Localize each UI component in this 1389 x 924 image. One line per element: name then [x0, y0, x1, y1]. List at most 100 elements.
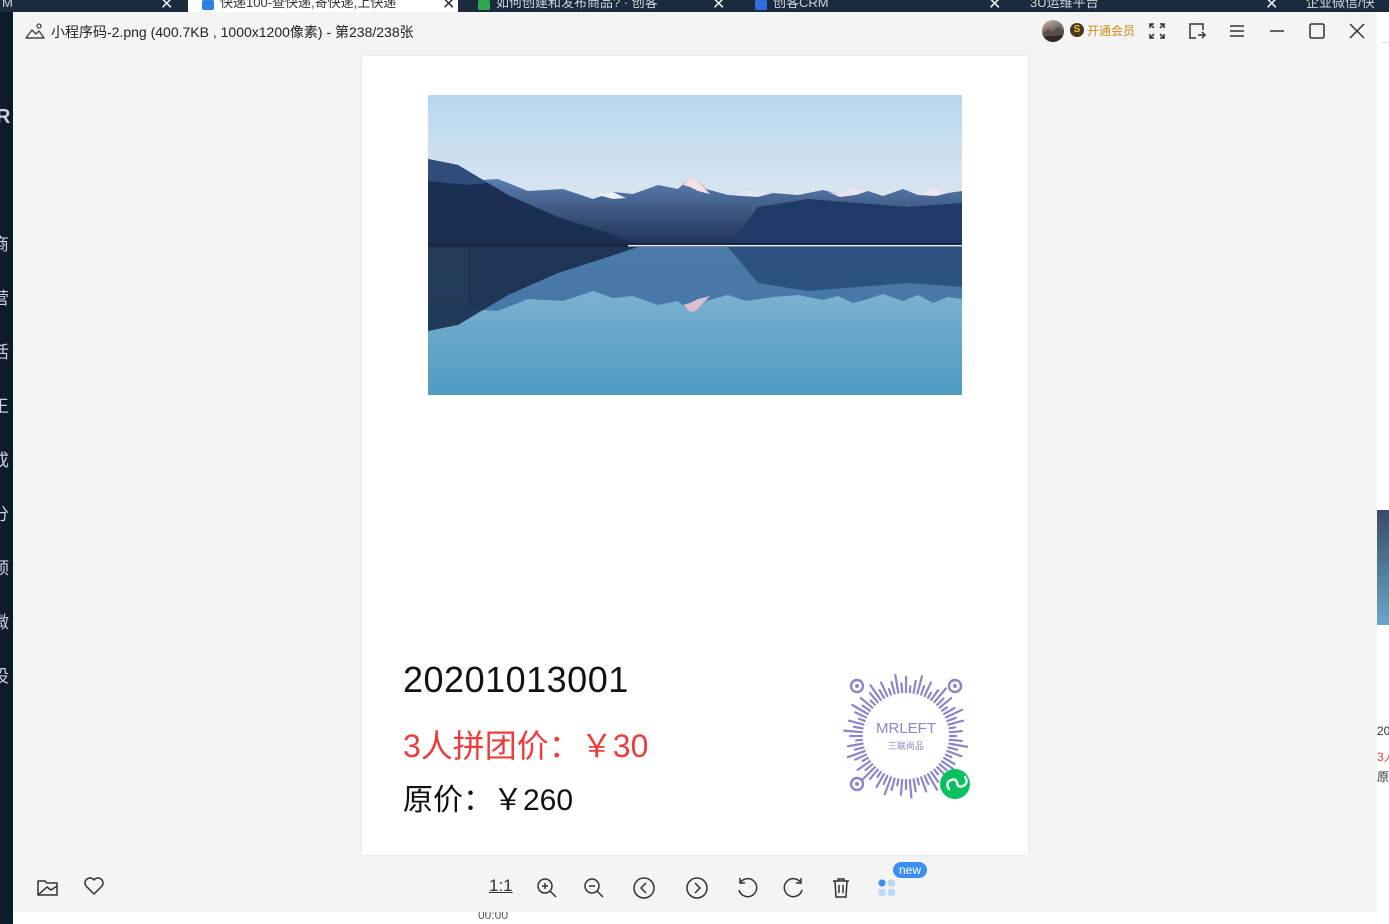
mini-program-code-pattern: MRLEFT 三联尚品 [843, 673, 970, 799]
apps-grid-icon[interactable] [875, 876, 901, 902]
bottom-toolbar: 1:1 [13, 864, 1377, 908]
vip-button[interactable]: S 开通会员 [1070, 20, 1135, 40]
background-side-item[interactable]: 活 [0, 338, 13, 363]
background-side-item[interactable]: 分 [0, 500, 13, 525]
qr-ray [890, 680, 896, 695]
zoom-out-icon[interactable] [581, 875, 607, 901]
qr-ray [912, 778, 917, 793]
qr-ray [900, 682, 904, 694]
qr-ray [878, 689, 886, 699]
rotate-right-icon[interactable] [781, 875, 807, 901]
background-tab-4[interactable]: 创客CRM [755, 0, 975, 12]
product-code: 20201013001 [403, 659, 629, 700]
qr-ray [846, 742, 864, 748]
qr-ray [882, 774, 889, 786]
menu-icon[interactable] [1226, 20, 1248, 42]
qr-ray [843, 729, 864, 734]
qr-brand: MRLEFT [876, 720, 936, 737]
actual-size-button[interactable]: 1:1 [489, 876, 513, 896]
minimize-icon[interactable] [1266, 20, 1288, 42]
avatar[interactable] [1042, 20, 1064, 42]
qr-ray [869, 699, 876, 706]
close-icon[interactable]: ✕ [712, 0, 725, 12]
image-viewer-window: 小程序码-2.png (400.7KB , 1000x1200像素) - 第23… [13, 12, 1377, 912]
background-side-item[interactable]: 王 [0, 392, 13, 417]
qr-ray [855, 738, 864, 742]
qr-ray [899, 778, 904, 796]
share-icon[interactable] [1186, 20, 1208, 42]
qr-ray [933, 768, 940, 776]
qr-ray [933, 687, 947, 704]
qr-ray [912, 679, 917, 694]
delete-trash-icon[interactable] [828, 875, 854, 901]
close-icon[interactable]: ✕ [160, 0, 173, 12]
qr-ray [857, 717, 866, 723]
qr-ray [861, 766, 876, 781]
qr-ray [944, 753, 953, 759]
background-side-item[interactable]: 营 [0, 284, 13, 309]
qr-ray [887, 687, 893, 696]
avatar-image [1042, 27, 1064, 42]
image-canvas[interactable]: 20201013001 3人拼团价：￥30 原价：￥260 MRLEFT 三联尚… [362, 56, 1028, 855]
kuaidi-icon [202, 0, 214, 10]
divider [1381, 42, 1389, 43]
qr-ray [896, 778, 900, 787]
close-icon[interactable]: ✕ [442, 0, 455, 12]
background-sidebar: R 商 营 活 王 成 分 预 微 设 [0, 12, 13, 924]
qr-ray [919, 685, 926, 696]
vip-label: 开通会员 [1087, 23, 1136, 38]
background-side-item[interactable]: 成 [0, 446, 13, 471]
mini-program-code: MRLEFT 三联尚品 [827, 656, 985, 816]
new-badge: new [893, 862, 928, 878]
qr-ray [847, 719, 865, 726]
qr-ray [869, 684, 882, 702]
qr-ray [947, 719, 965, 726]
background-tab-3[interactable]: 如何创建和发布商品? · 创客 [478, 0, 708, 12]
qr-ray [908, 778, 913, 799]
rotate-left-icon[interactable] [734, 875, 760, 901]
next-image-icon[interactable] [684, 875, 710, 901]
background-side-item[interactable]: 商 [0, 230, 13, 255]
qr-ray [861, 704, 872, 712]
qr-ray [861, 756, 869, 763]
qr-ray [890, 777, 896, 792]
landscape-photo [428, 95, 962, 395]
qr-ray [926, 691, 933, 699]
background-side-item[interactable]: 设 [0, 662, 13, 687]
zoom-in-icon[interactable] [534, 875, 560, 901]
site-icon [478, 0, 490, 10]
background-tab-5[interactable]: 3U运维平台 [1030, 0, 1250, 12]
maximize-icon[interactable] [1306, 20, 1328, 42]
qr-ray [948, 726, 957, 730]
qr-ray [923, 774, 930, 786]
qr-ray [908, 685, 912, 694]
background-text: 原价 [1377, 770, 1389, 784]
crm-icon [755, 0, 767, 10]
close-icon[interactable]: ✕ [1265, 0, 1278, 12]
qr-ray [853, 746, 865, 751]
close-icon[interactable] [1346, 20, 1368, 42]
background-logo-letter: R [0, 106, 11, 128]
original-price: 原价：￥260 [403, 784, 574, 817]
background-right-panel: 20 3人 原价 [1377, 12, 1389, 924]
background-tab-6[interactable]: 企业微信/快 [1306, 0, 1389, 12]
qr-ray [948, 742, 969, 748]
previous-image-icon[interactable] [631, 875, 657, 901]
background-tab-1[interactable]: M [2, 0, 13, 12]
fullscreen-icon[interactable] [1146, 20, 1168, 42]
qr-ray [948, 738, 963, 742]
background-text: 20 [1377, 724, 1389, 738]
background-side-item[interactable]: 预 [0, 554, 13, 579]
background-side-item[interactable]: 微 [0, 608, 13, 633]
qr-ray [876, 770, 882, 779]
title-bar[interactable]: 小程序码-2.png (400.7KB , 1000x1200像素) - 第23… [13, 12, 1377, 50]
background-bottom-strip: 00:00 [13, 912, 1377, 924]
vip-badge-icon: S [1070, 23, 1084, 37]
favorite-heart-icon[interactable] [81, 873, 107, 899]
background-tab-2[interactable]: 快递100-查快递,寄快递,上快递 [202, 0, 437, 12]
qr-ray [946, 716, 957, 723]
group-buy-price: 3人拼团价：￥30 [403, 728, 649, 764]
qr-subtitle: 三联尚品 [888, 740, 924, 752]
open-folder-icon[interactable] [35, 874, 61, 900]
close-icon[interactable]: ✕ [988, 0, 1001, 12]
